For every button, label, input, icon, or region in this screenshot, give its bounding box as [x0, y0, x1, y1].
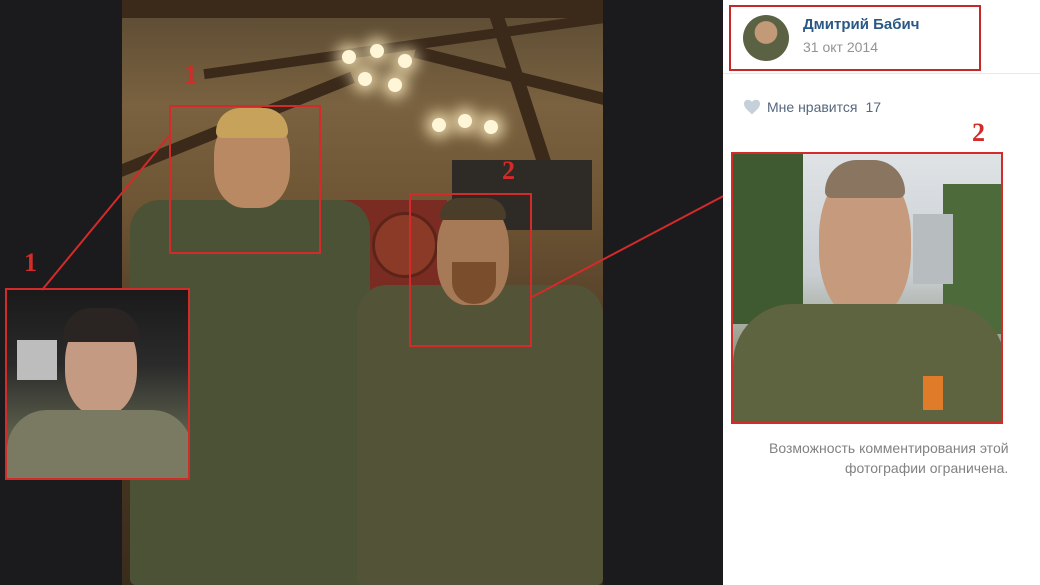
face-frame-2 — [409, 193, 532, 347]
comments-note-line2: фотографии ограничена. — [845, 460, 1009, 476]
heart-icon — [744, 99, 760, 115]
like-button[interactable]: Мне нравится 17 — [743, 97, 881, 117]
photo-viewer: 1 2 1 — [0, 0, 723, 585]
divider — [723, 73, 1040, 74]
author-name-link[interactable]: Дмитрий Бабич — [803, 16, 919, 33]
annotation-label-2-right: 2 — [972, 118, 985, 147]
annotation-label-2-mid: 2 — [502, 156, 515, 185]
annotation-label-1-top: 1 — [184, 60, 197, 89]
avatar[interactable] — [743, 15, 789, 61]
face-frame-1 — [169, 105, 321, 254]
photo-sidebar: Дмитрий Бабич 31 окт 2014 Мне нравится 1… — [723, 0, 1040, 585]
like-count: 17 — [865, 99, 882, 115]
inset-photo-2 — [731, 152, 1003, 424]
comments-restricted-note: Возможность комментирования этой фотогра… — [769, 438, 1040, 478]
post-date[interactable]: 31 окт 2014 — [803, 39, 878, 55]
inset-photo-1 — [5, 288, 190, 480]
comments-note-line1: Возможность комментирования этой — [769, 440, 1009, 456]
author-block[interactable]: Дмитрий Бабич 31 окт 2014 — [729, 5, 981, 71]
like-label: Мне нравится — [767, 99, 858, 115]
annotation-label-1-left: 1 — [24, 248, 37, 277]
